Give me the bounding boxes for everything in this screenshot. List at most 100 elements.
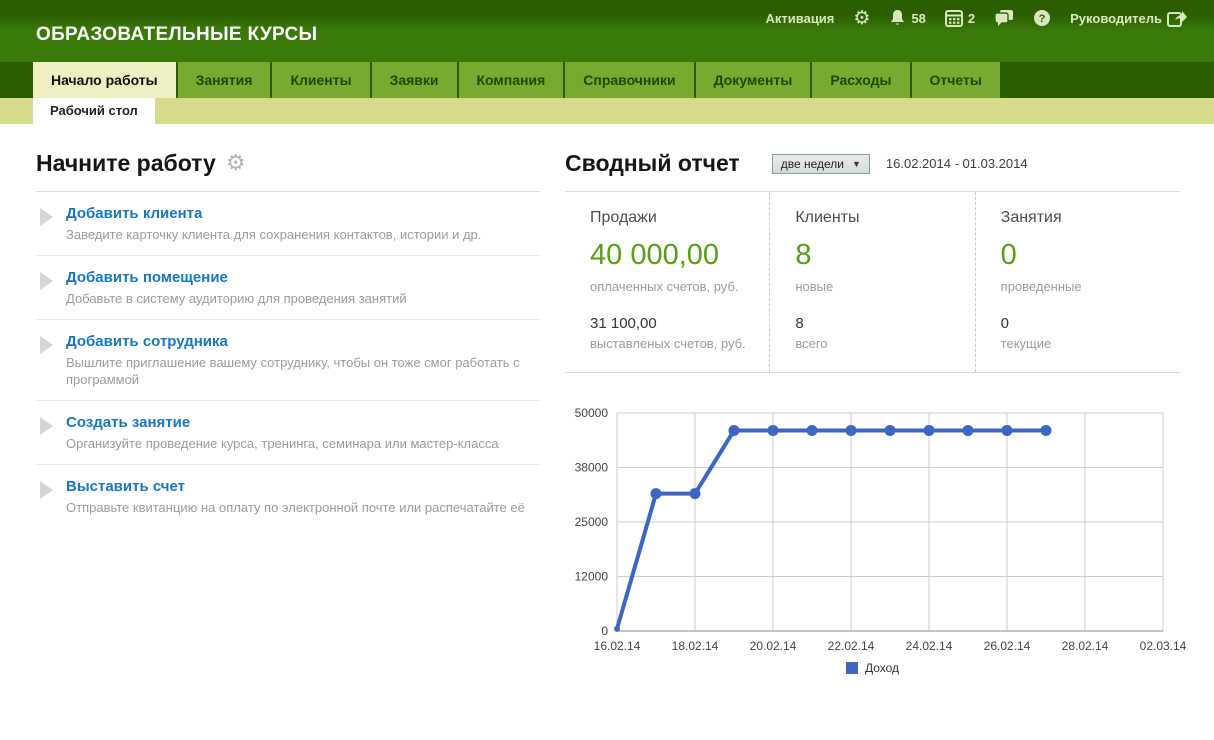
stat-clients-total-label: всего xyxy=(795,335,964,352)
income-line-chart: 0 12000 25000 38000 50000 16.02.14 18.02.14 20.… xyxy=(565,393,1195,653)
legend-swatch-income xyxy=(846,662,858,674)
app-header: ОБРАЗОВАТЕЛЬНЫЕ КУРСЫ Активация ⚙ 58 2 xyxy=(0,0,1214,62)
user-menu[interactable]: Руководитель xyxy=(1070,9,1188,27)
svg-text:18.02.14: 18.02.14 xyxy=(672,639,719,653)
stat-clients-new-label: новые xyxy=(795,278,964,295)
calendar-icon xyxy=(945,9,963,27)
tab-directories[interactable]: Справочники xyxy=(565,62,693,98)
stat-lessons-held-label: проведенные xyxy=(1001,278,1170,295)
tab-clients[interactable]: Клиенты xyxy=(272,62,369,98)
chevron-down-icon: ▼ xyxy=(852,159,861,169)
list-item-issue-invoice[interactable]: Выставить счет Отправьте квитанцию на оп… xyxy=(36,465,540,528)
date-range: 16.02.2014 - 01.03.2014 xyxy=(886,156,1028,171)
svg-text:?: ? xyxy=(1039,13,1046,25)
chart-legend: Доход xyxy=(565,661,1180,675)
help-icon: ? xyxy=(1033,9,1051,27)
tab-getting-started[interactable]: Начало работы xyxy=(33,62,176,98)
add-employee-link[interactable]: Добавить сотрудника xyxy=(66,333,228,350)
getting-started-title: Начните работу xyxy=(36,150,216,177)
tab-documents[interactable]: Документы xyxy=(696,62,811,98)
stat-lessons-current-value: 0 xyxy=(1001,315,1170,332)
getting-started-panel: Начните работу ⚙ Добавить клиента Заведи… xyxy=(36,136,540,528)
subtab-desktop[interactable]: Рабочий стол xyxy=(33,98,155,124)
stat-clients: Клиенты 8 новые 8 всего xyxy=(769,192,974,372)
income-chart: 0 12000 25000 38000 50000 16.02.14 18.02.14 20.… xyxy=(565,393,1180,675)
calendar-count: 2 xyxy=(968,11,975,26)
stat-lessons-held-value: 0 xyxy=(1001,239,1170,272)
settings-gear-icon[interactable]: ⚙ xyxy=(853,9,870,28)
sub-tab-bar: Рабочий стол xyxy=(0,98,1214,124)
stat-sales-paid-label: оплаченных счетов, руб. xyxy=(590,278,759,295)
chat-icon xyxy=(994,9,1014,27)
tab-lessons[interactable]: Занятия xyxy=(178,62,271,98)
add-room-description: Добавьте в систему аудиторию для проведе… xyxy=(66,290,540,307)
period-select-value: две недели xyxy=(781,157,844,171)
summary-report-panel: Сводный отчет две недели ▼ 16.02.2014 - … xyxy=(565,136,1180,675)
svg-text:12000: 12000 xyxy=(575,570,609,584)
notifications-button[interactable]: 58 xyxy=(889,9,925,27)
svg-text:26.02.14: 26.02.14 xyxy=(984,639,1031,653)
create-lesson-link[interactable]: Создать занятие xyxy=(66,414,190,431)
create-lesson-description: Организуйте проведение курса, тренинга, … xyxy=(66,435,540,452)
stat-lessons-title: Занятия xyxy=(1001,209,1170,227)
stats-row: Продажи 40 000,00 оплаченных счетов, руб… xyxy=(565,192,1180,373)
arrow-right-icon xyxy=(40,336,53,354)
svg-text:25000: 25000 xyxy=(575,515,609,529)
issue-invoice-description: Отправьте квитанцию на оплату по электро… xyxy=(66,499,540,516)
list-item-add-client[interactable]: Добавить клиента Заведите карточку клиен… xyxy=(36,192,540,256)
period-select[interactable]: две недели ▼ xyxy=(772,154,870,174)
summary-report-title: Сводный отчет xyxy=(565,150,740,177)
stat-clients-new-value: 8 xyxy=(795,239,964,272)
app-title: ОБРАЗОВАТЕЛЬНЫЕ КУРСЫ xyxy=(36,24,317,46)
add-employee-description: Вышлите приглашение вашему сотруднику, ч… xyxy=(66,354,540,388)
getting-started-header: Начните работу ⚙ xyxy=(36,136,540,192)
add-client-description: Заведите карточку клиента для сохранения… xyxy=(66,226,540,243)
logout-share-icon xyxy=(1167,9,1188,27)
svg-text:20.02.14: 20.02.14 xyxy=(750,639,797,653)
svg-text:24.02.14: 24.02.14 xyxy=(906,639,953,653)
stat-lessons-current-label: текущие xyxy=(1001,335,1170,352)
bell-icon xyxy=(889,9,906,27)
arrow-right-icon xyxy=(40,208,53,226)
stat-clients-total-value: 8 xyxy=(795,315,964,332)
stat-sales-title: Продажи xyxy=(590,209,759,227)
main-tab-bar: Начало работы Занятия Клиенты Заявки Ком… xyxy=(0,62,1214,98)
stat-sales-issued-value: 31 100,00 xyxy=(590,315,759,332)
svg-text:16.02.14: 16.02.14 xyxy=(594,639,641,653)
list-item-create-lesson[interactable]: Создать занятие Организуйте проведение к… xyxy=(36,401,540,465)
utility-bar: Активация ⚙ 58 2 xyxy=(766,5,1188,31)
legend-label-income: Доход xyxy=(865,661,899,675)
getting-started-settings-gear-icon[interactable]: ⚙ xyxy=(226,153,246,175)
user-role-label: Руководитель xyxy=(1070,11,1162,26)
issue-invoice-link[interactable]: Выставить счет xyxy=(66,478,185,495)
content-area: Начните работу ⚙ Добавить клиента Заведи… xyxy=(0,124,1214,740)
stat-sales-issued-label: выставленых счетов, руб. xyxy=(590,335,759,352)
svg-text:22.02.14: 22.02.14 xyxy=(828,639,875,653)
stat-clients-title: Клиенты xyxy=(795,209,964,227)
svg-text:02.03.14: 02.03.14 xyxy=(1140,639,1187,653)
add-client-link[interactable]: Добавить клиента xyxy=(66,205,202,222)
help-button[interactable]: ? xyxy=(1033,9,1051,27)
messenger-button[interactable] xyxy=(994,9,1014,27)
arrow-right-icon xyxy=(40,417,53,435)
tab-requests[interactable]: Заявки xyxy=(372,62,457,98)
svg-text:0: 0 xyxy=(601,624,608,638)
notifications-count: 58 xyxy=(911,11,925,26)
tab-reports[interactable]: Отчеты xyxy=(912,62,1000,98)
list-item-add-employee[interactable]: Добавить сотрудника Вышлите приглашение … xyxy=(36,320,540,401)
svg-text:28.02.14: 28.02.14 xyxy=(1062,639,1109,653)
svg-text:38000: 38000 xyxy=(575,461,609,475)
stat-sales: Продажи 40 000,00 оплаченных счетов, руб… xyxy=(565,192,769,372)
arrow-right-icon xyxy=(40,481,53,499)
stat-sales-paid-value: 40 000,00 xyxy=(590,239,759,272)
stat-lessons: Занятия 0 проведенные 0 текущие xyxy=(975,192,1180,372)
list-item-add-room[interactable]: Добавить помещение Добавьте в систему ау… xyxy=(36,256,540,320)
add-room-link[interactable]: Добавить помещение xyxy=(66,269,228,286)
calendar-button[interactable]: 2 xyxy=(945,9,975,27)
tab-company[interactable]: Компания xyxy=(459,62,564,98)
arrow-right-icon xyxy=(40,272,53,290)
tab-expenses[interactable]: Расходы xyxy=(812,62,909,98)
activation-link[interactable]: Активация xyxy=(766,11,835,26)
svg-text:50000: 50000 xyxy=(575,406,609,420)
summary-report-header: Сводный отчет две недели ▼ 16.02.2014 - … xyxy=(565,136,1180,192)
